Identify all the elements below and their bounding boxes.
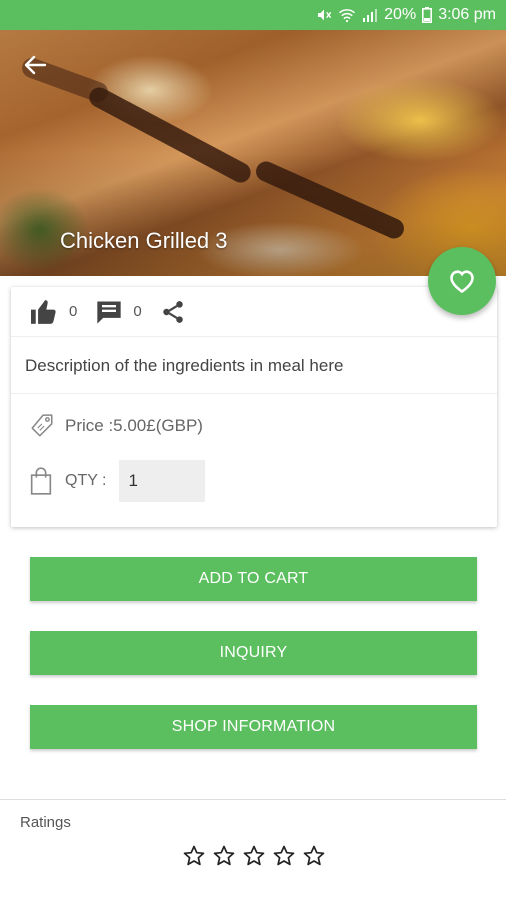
price-tag-icon bbox=[31, 414, 53, 437]
quantity-row: QTY : bbox=[29, 460, 205, 502]
product-image: Chicken Grilled 3 bbox=[0, 30, 506, 276]
back-arrow-icon bbox=[24, 55, 47, 75]
like-count: 0 bbox=[69, 303, 78, 320]
divider bbox=[0, 799, 506, 800]
clock: 3:06 pm bbox=[438, 6, 496, 23]
heart-icon bbox=[450, 270, 474, 294]
status-bar: 20% 3:06 pm bbox=[0, 0, 506, 30]
comment-icon bbox=[97, 301, 122, 324]
product-title: Chicken Grilled 3 bbox=[60, 228, 228, 253]
comment-count: 0 bbox=[133, 303, 142, 320]
like-button[interactable]: 0 bbox=[29, 299, 77, 325]
price-text: Price :5.00£(GBP) bbox=[65, 416, 203, 435]
back-button[interactable] bbox=[18, 50, 52, 80]
thumbs-up-icon bbox=[31, 299, 56, 324]
share-button[interactable] bbox=[160, 299, 186, 325]
product-details-card: 0 0 Description of the ingredients in me… bbox=[11, 287, 497, 527]
quantity-input[interactable] bbox=[118, 460, 205, 502]
comment-button[interactable]: 0 bbox=[95, 299, 142, 325]
product-description: Description of the ingredients in meal h… bbox=[11, 338, 497, 394]
ratings-label: Ratings bbox=[20, 814, 71, 831]
add-to-cart-button[interactable]: ADD TO CART bbox=[30, 557, 477, 601]
qty-label: QTY : bbox=[65, 472, 107, 489]
battery-icon bbox=[422, 7, 433, 23]
star-icon[interactable] bbox=[180, 842, 208, 870]
battery-percent: 20% bbox=[384, 6, 417, 23]
price-row: Price :5.00£(GBP) bbox=[29, 413, 203, 439]
inquiry-button[interactable]: INQUIRY bbox=[30, 631, 477, 675]
shopping-bag-icon bbox=[30, 467, 52, 495]
star-icon[interactable] bbox=[300, 842, 328, 870]
signal-icon bbox=[362, 8, 378, 22]
star-icon[interactable] bbox=[240, 842, 268, 870]
wifi-icon bbox=[338, 7, 356, 23]
share-icon bbox=[162, 300, 183, 323]
mute-icon bbox=[316, 7, 332, 23]
shop-information-button[interactable]: SHOP INFORMATION bbox=[30, 705, 477, 749]
social-actions: 0 0 bbox=[11, 287, 497, 337]
star-icon[interactable] bbox=[270, 842, 298, 870]
rating-stars[interactable] bbox=[180, 842, 328, 870]
star-icon[interactable] bbox=[210, 842, 238, 870]
favorite-button[interactable] bbox=[428, 247, 496, 315]
